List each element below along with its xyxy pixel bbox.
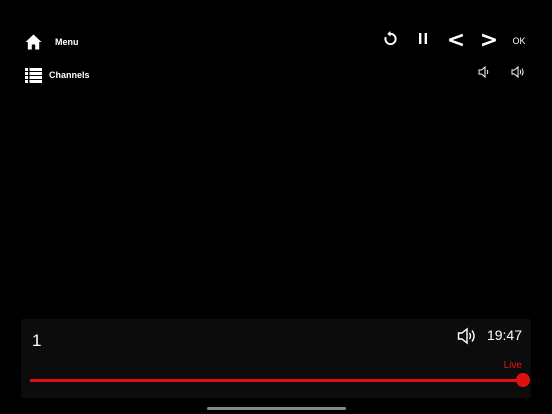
chevron-right-icon: >: [479, 28, 499, 53]
volume-down-button[interactable]: [476, 65, 492, 83]
menu-button[interactable]: Menu: [24, 32, 90, 52]
progress-knob[interactable]: [516, 373, 530, 387]
volume-down-icon: [478, 65, 491, 83]
channels-button[interactable]: Channels: [24, 65, 90, 85]
player-info-bar: 1 19:47 Live: [21, 319, 531, 398]
clock: 19:47: [486, 327, 522, 343]
chevron-left-icon: <: [446, 28, 466, 53]
home-indicator[interactable]: [207, 407, 346, 410]
nav-panel: Menu Channels: [24, 32, 90, 98]
playback-controls: < > OK: [368, 28, 528, 53]
previous-button[interactable]: <: [445, 28, 467, 53]
volume-up-button[interactable]: [510, 65, 526, 83]
volume-up-icon: [511, 65, 526, 83]
channels-label: Channels: [49, 70, 90, 80]
progress-fill: [30, 379, 523, 382]
mute-button[interactable]: [457, 327, 477, 345]
next-button[interactable]: >: [478, 28, 500, 53]
pause-button[interactable]: [412, 31, 434, 51]
live-label: Live: [503, 360, 522, 371]
pause-icon: [417, 32, 429, 50]
menu-label: Menu: [55, 37, 79, 47]
progress-track[interactable]: [30, 373, 530, 387]
ok-label: OK: [512, 36, 526, 46]
refresh-button[interactable]: [379, 31, 401, 51]
screen: Menu Channels < > OK 1 19:47 Live: [0, 0, 552, 414]
volume-controls: [458, 65, 526, 83]
home-icon: [24, 33, 42, 51]
list-icon: [24, 66, 42, 84]
refresh-icon: [383, 31, 398, 51]
speaker-icon: [457, 327, 477, 349]
channel-number: 1: [32, 331, 42, 350]
ok-button[interactable]: OK: [510, 31, 528, 51]
